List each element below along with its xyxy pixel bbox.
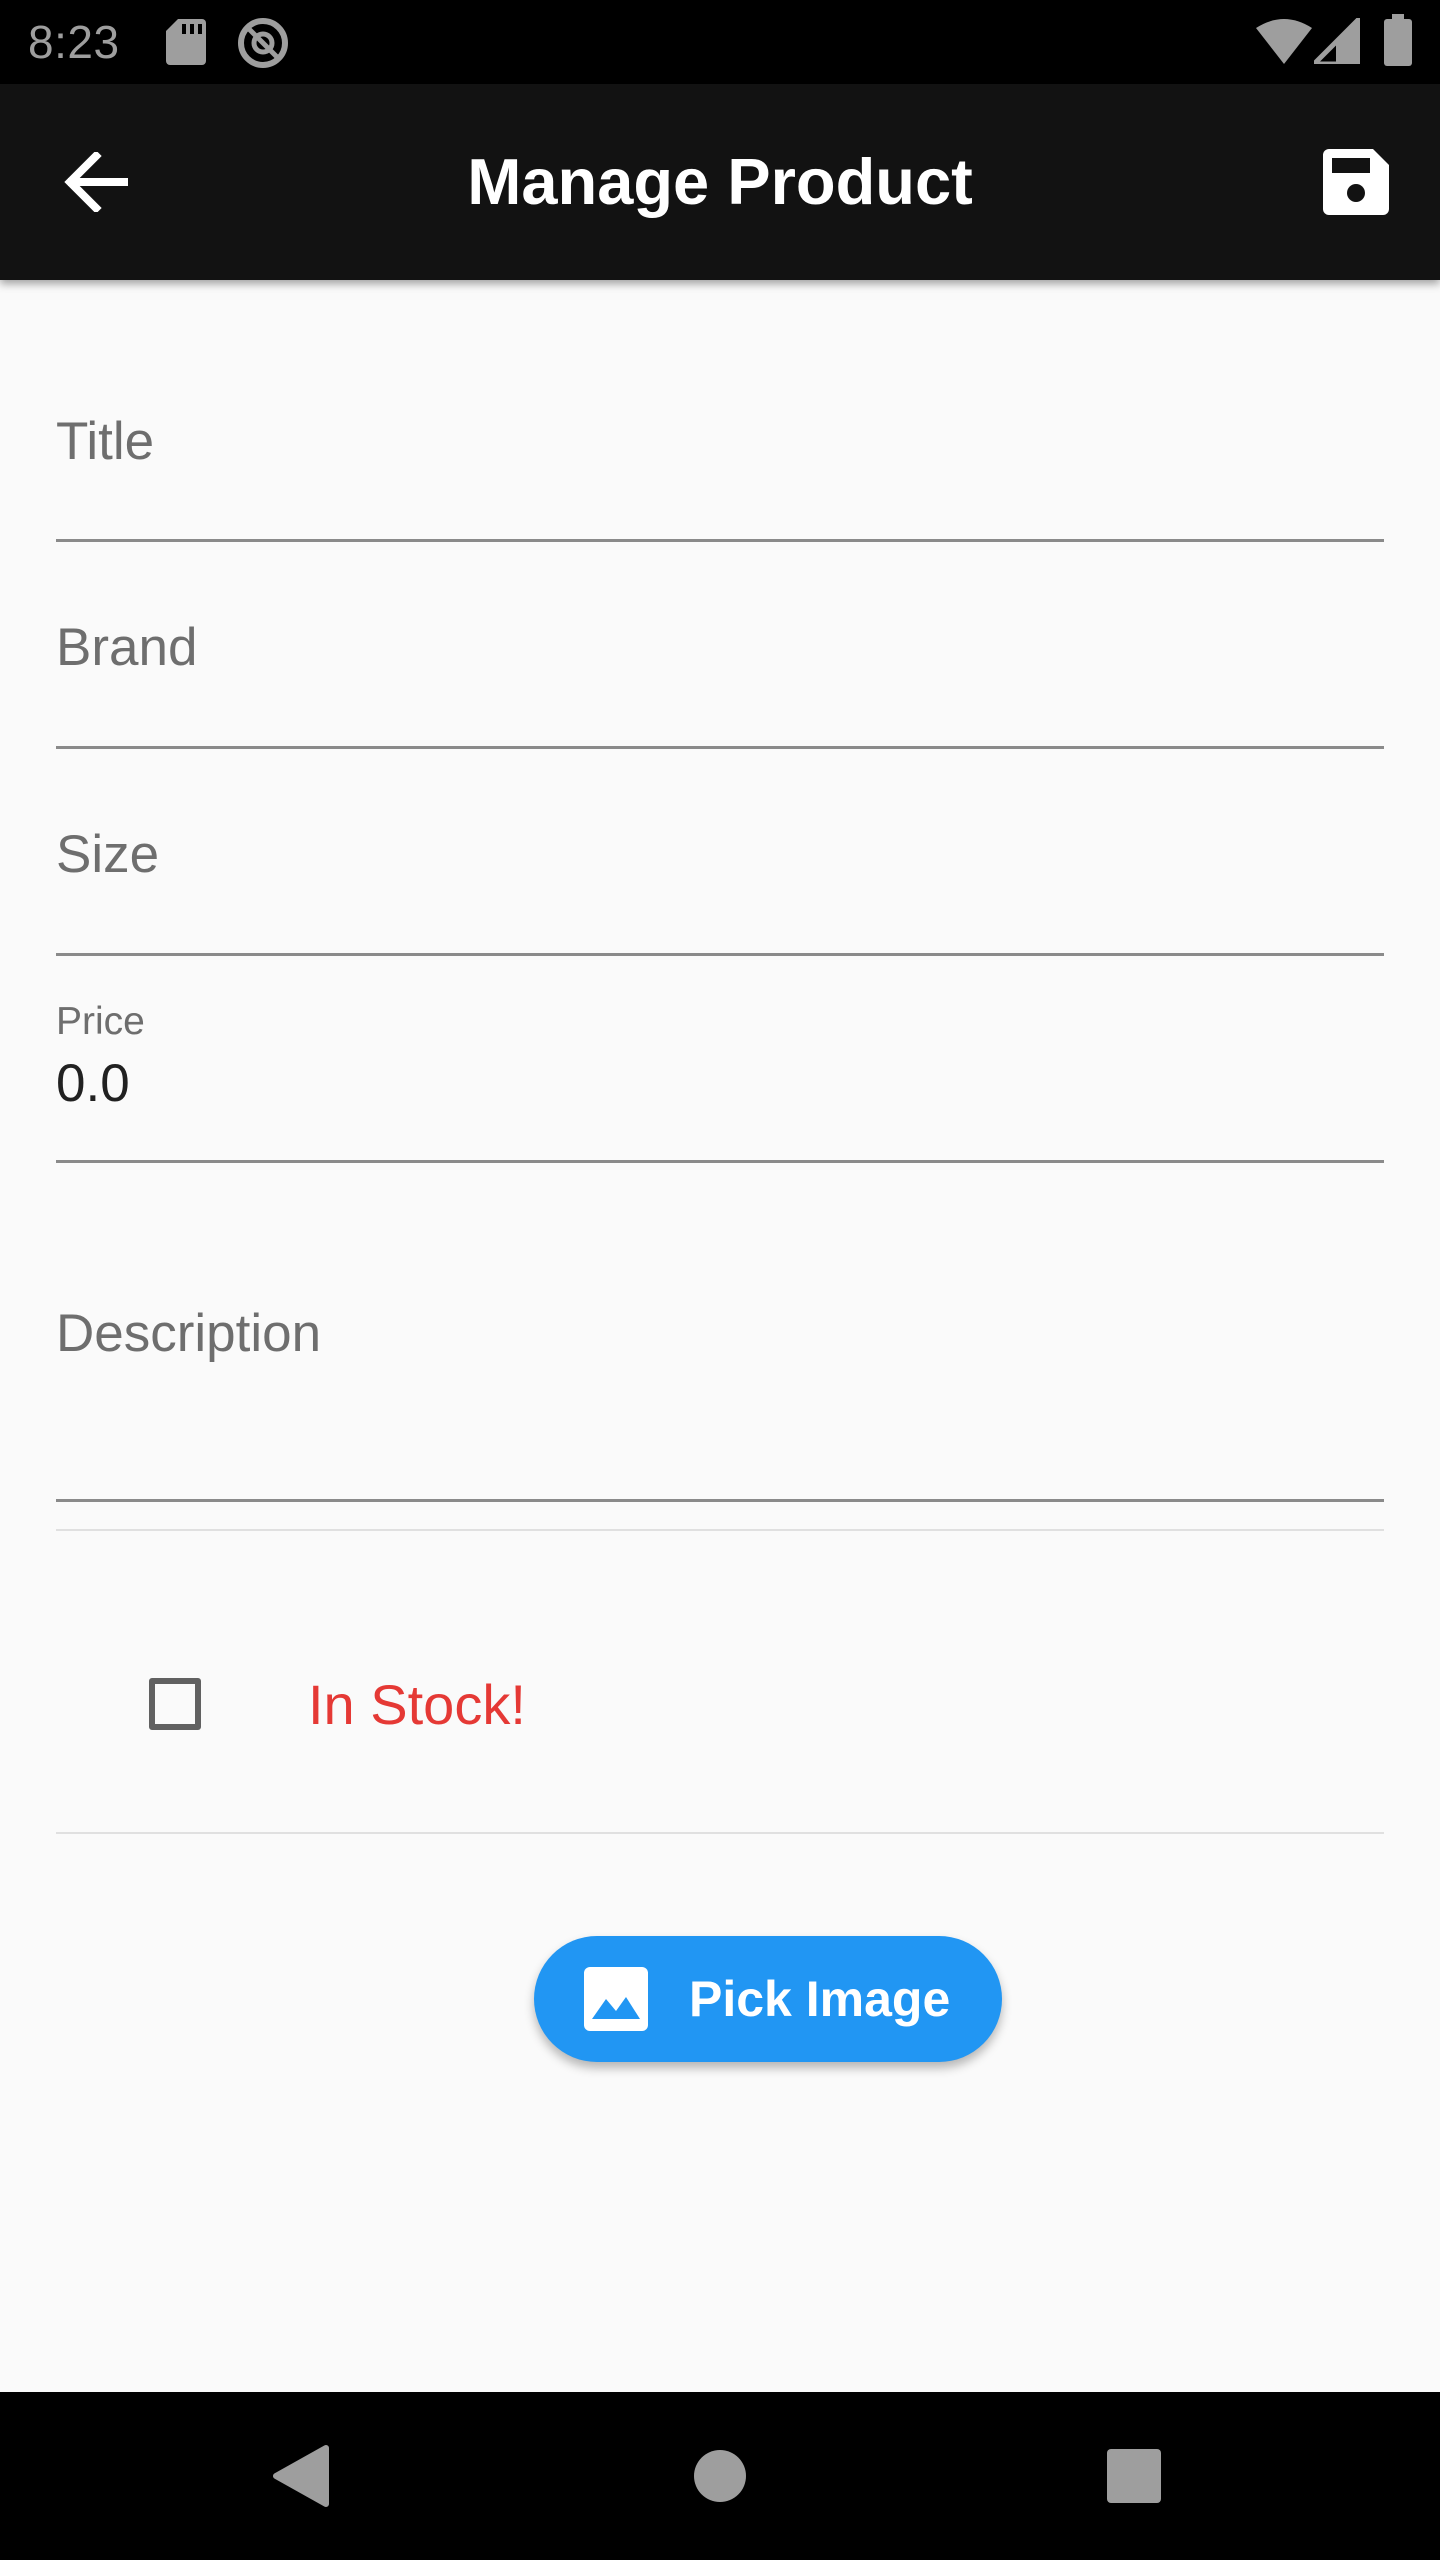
in-stock-row[interactable]: In Stock!: [56, 1530, 1384, 1830]
nav-home-button[interactable]: [670, 2426, 770, 2526]
back-triangle-icon: [273, 2445, 329, 2507]
image-icon: [584, 1967, 648, 2031]
brand-field[interactable]: Brand: [56, 566, 1384, 750]
save-button[interactable]: [1306, 132, 1406, 232]
sd-card-icon: [166, 19, 206, 65]
battery-icon: [1384, 14, 1412, 66]
size-field-underline: [56, 953, 1384, 956]
status-time: 8:23: [28, 16, 120, 68]
price-field-underline: [56, 1160, 1384, 1163]
data-saver-icon: [238, 18, 288, 68]
pick-image-button[interactable]: Pick Image: [534, 1936, 1002, 2062]
cell-signal-icon: [1314, 18, 1360, 64]
title-field-label: Title: [56, 412, 155, 471]
pick-image-label: Pick Image: [689, 1971, 951, 2027]
description-field-label: Description: [56, 1304, 322, 1363]
save-icon: [1323, 149, 1389, 215]
recents-square-icon: [1107, 2449, 1161, 2503]
description-field[interactable]: Description: [56, 1186, 1384, 1504]
size-field-label: Size: [56, 825, 160, 884]
title-field-underline: [56, 539, 1384, 542]
nav-back-button[interactable]: [250, 2426, 350, 2526]
price-field-value: 0.0: [56, 1054, 130, 1113]
title-field[interactable]: Title: [56, 360, 1384, 544]
back-button[interactable]: [46, 132, 146, 232]
brand-field-label: Brand: [56, 618, 198, 677]
navigation-bar: [0, 2392, 1440, 2560]
price-field-label: Price: [56, 1000, 145, 1043]
wifi-icon: [1256, 19, 1312, 64]
screen: 8:23 Manage Product Title Brand Size Pri…: [0, 0, 1440, 2560]
description-field-underline: [56, 1499, 1384, 1502]
app-bar: Manage Product: [0, 84, 1440, 280]
in-stock-label: In Stock!: [308, 1673, 526, 1736]
price-field[interactable]: Price 0.0: [56, 978, 1384, 1164]
page-title: Manage Product: [467, 145, 973, 218]
nav-recents-button[interactable]: [1084, 2426, 1184, 2526]
in-stock-checkbox[interactable]: [149, 1678, 201, 1730]
status-bar: 8:23: [0, 0, 1440, 84]
divider-bottom: [56, 1832, 1384, 1834]
size-field[interactable]: Size: [56, 773, 1384, 957]
arrow-back-icon: [64, 152, 128, 212]
brand-field-underline: [56, 746, 1384, 749]
home-circle-icon: [694, 2450, 746, 2502]
